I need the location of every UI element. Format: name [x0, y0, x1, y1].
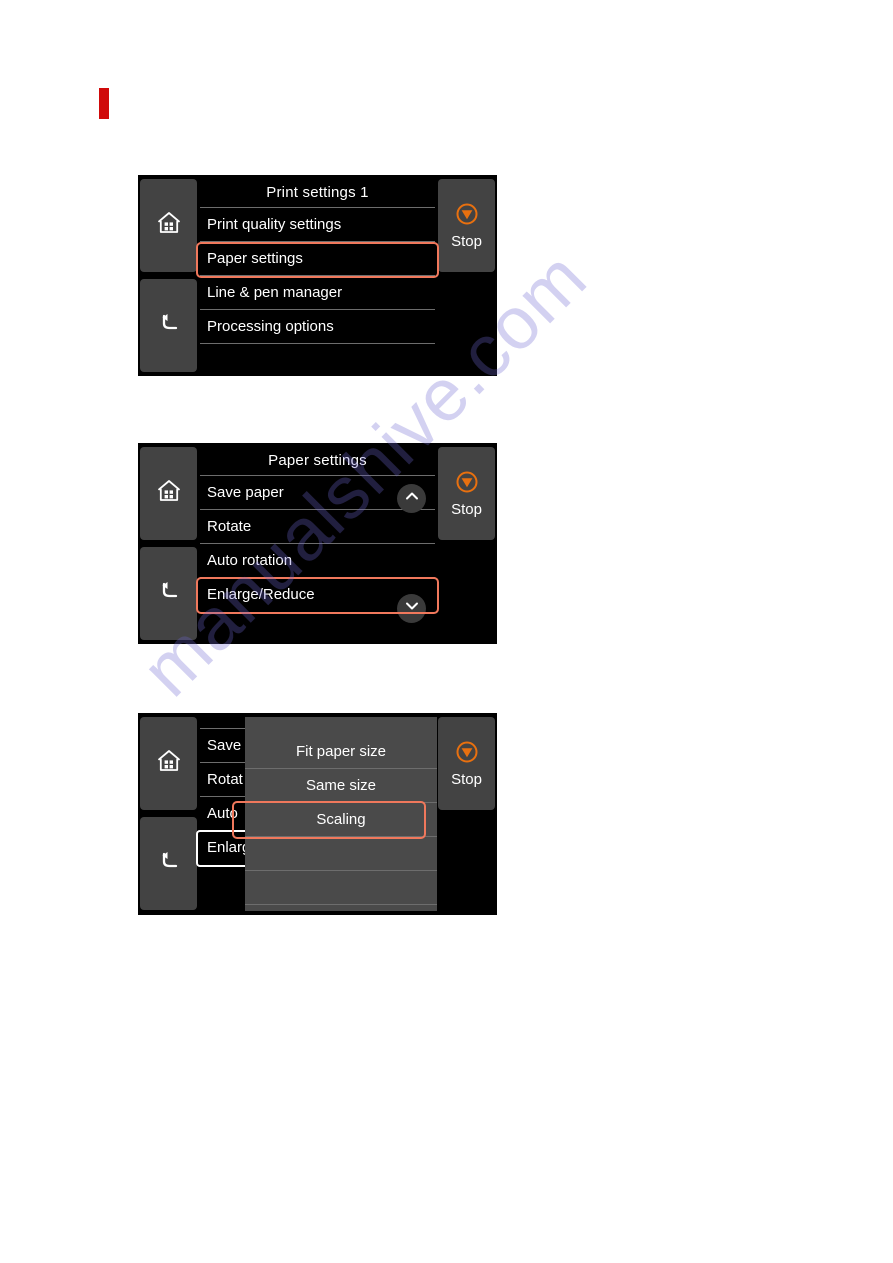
- home-key[interactable]: [140, 717, 197, 810]
- menu-item-processing-options[interactable]: Processing options: [200, 310, 435, 344]
- chevron-down-icon: [403, 597, 421, 620]
- home-icon: [156, 478, 182, 509]
- stop-key-label: Stop: [451, 771, 482, 788]
- home-icon: [156, 210, 182, 241]
- menu-list: Print quality settings Paper settings Li…: [196, 207, 439, 344]
- menu-list: Save paper Rotate Auto rotation Enlarge/…: [196, 475, 439, 623]
- stop-key-label: Stop: [451, 233, 482, 250]
- section-marker: [99, 88, 109, 119]
- popup-empty-row-1: [245, 837, 437, 871]
- popup-top-pad: [245, 717, 437, 735]
- menu-paper-settings: Paper settings Save paper Rotate Auto ro…: [196, 443, 439, 644]
- menu-item-print-quality-settings[interactable]: Print quality settings: [200, 208, 435, 242]
- back-arrow-icon: [156, 848, 182, 879]
- popup-item-scaling[interactable]: Scaling: [245, 803, 437, 837]
- menu-item-line-pen-manager[interactable]: Line & pen manager: [200, 276, 435, 310]
- panel-title: Paper settings: [268, 452, 367, 469]
- stop-key[interactable]: Stop: [438, 717, 495, 810]
- stop-key[interactable]: Stop: [438, 179, 495, 272]
- menu-item-paper-settings[interactable]: Paper settings: [200, 242, 435, 276]
- stop-icon: [455, 740, 479, 769]
- menu-item-auto-rotation[interactable]: Auto rotation: [200, 544, 435, 578]
- menu-print-settings-1: Print settings 1 Print quality settings …: [196, 175, 439, 376]
- back-arrow-icon: [156, 310, 182, 341]
- stop-icon: [455, 202, 479, 231]
- touchscreen-panel-print-settings-1: Stop Print settings 1 Print quality sett…: [138, 175, 497, 376]
- panel-title: Print settings 1: [266, 184, 369, 201]
- touchscreen-panel-enlarge-reduce-options: Stop Save Rotat Auto Enlarg Fit paper si…: [138, 713, 497, 915]
- popup-item-same-size[interactable]: Same size: [245, 769, 437, 803]
- home-icon: [156, 748, 182, 779]
- stop-icon: [455, 470, 479, 499]
- home-key[interactable]: [140, 447, 197, 540]
- back-key[interactable]: [140, 279, 197, 372]
- popup-item-fit-paper-size[interactable]: Fit paper size: [245, 735, 437, 769]
- back-key[interactable]: [140, 817, 197, 910]
- menu-item-rotate[interactable]: Rotate: [200, 510, 435, 544]
- touchscreen-panel-paper-settings: Stop Paper settings Save paper Rotate Au…: [138, 443, 497, 644]
- stop-key-label: Stop: [451, 501, 482, 518]
- chevron-up-icon: [403, 487, 421, 510]
- scroll-down-button[interactable]: [397, 594, 426, 623]
- scroll-up-button[interactable]: [397, 484, 426, 513]
- enlarge-reduce-option-popup: Fit paper size Same size Scaling: [232, 717, 437, 911]
- back-arrow-icon: [156, 578, 182, 609]
- stop-key[interactable]: Stop: [438, 447, 495, 540]
- home-key[interactable]: [140, 179, 197, 272]
- popup-empty-row-2: [245, 871, 437, 905]
- back-key[interactable]: [140, 547, 197, 640]
